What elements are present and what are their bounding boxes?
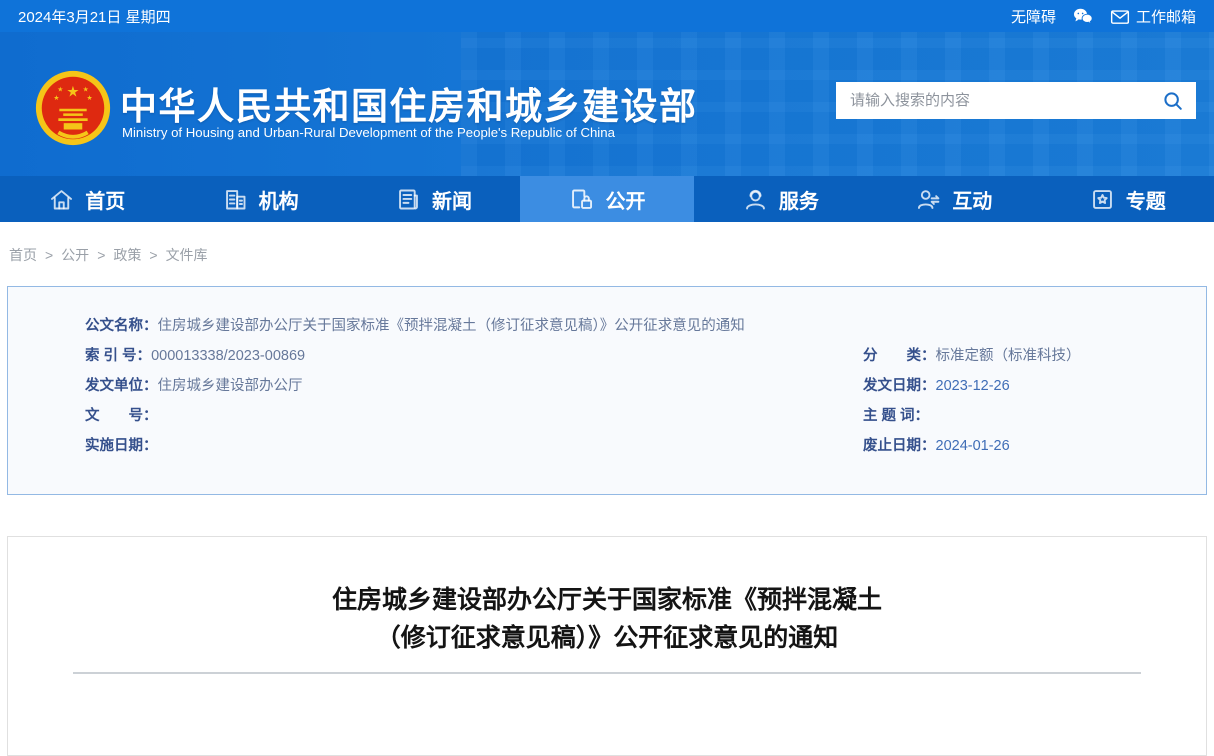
breadcrumb: 首页 > 公开 > 政策 > 文件库: [9, 245, 1214, 265]
search-input[interactable]: [850, 92, 1162, 109]
meta-row-document-name: 公文名称：住房城乡建设部办公厅关于国家标准《预拌混凝土（修订征求意见稿）》公开征…: [85, 311, 1206, 341]
current-date: 2024年3月21日 星期四: [18, 8, 171, 26]
work-mailbox-link[interactable]: 工作邮箱: [1110, 6, 1196, 27]
meta-value-issue-date: 2023-12-26: [935, 378, 1010, 394]
nav-item-topics[interactable]: 专题: [1041, 176, 1214, 222]
article-divider: [73, 672, 1141, 674]
home-icon: [51, 189, 73, 209]
accessibility-label: 无障碍: [1010, 8, 1056, 26]
nav-item-service[interactable]: 服务: [694, 176, 867, 222]
article-title-line2: （修订征求意见稿）》公开征求意见的通知: [375, 624, 839, 652]
breadcrumb-policy[interactable]: 政策: [113, 247, 141, 263]
nav-item-news[interactable]: 新闻: [347, 176, 520, 222]
nav-label: 公开: [605, 190, 646, 213]
site-title-english: Ministry of Housing and Urban-Rural Deve…: [122, 125, 615, 140]
meta-row-issuing-unit: 发文单位：住房城乡建设部办公厅: [85, 371, 863, 401]
meta-label-index-number: 索 引 号：: [85, 348, 152, 364]
wechat-icon: [1073, 8, 1093, 25]
nav-item-home[interactable]: 首页: [0, 176, 173, 222]
breadcrumb-separator: >: [97, 247, 106, 263]
nav-label: 机构: [258, 190, 299, 213]
breadcrumb-separator: >: [45, 247, 54, 263]
wechat-link[interactable]: [1072, 7, 1094, 25]
nav-label: 新闻: [432, 190, 473, 213]
article-title-line1: 住房城乡建设部办公厅关于国家标准《预拌混凝土: [331, 586, 882, 614]
meta-label-implementation-date: 实施日期：: [85, 438, 158, 454]
accessibility-link[interactable]: 无障碍: [1011, 6, 1056, 27]
meta-label-document-number: 文 号：: [85, 408, 158, 424]
organization-icon: [225, 189, 246, 209]
meta-label-issuing-unit: 发文单位：: [85, 378, 158, 394]
nav-item-organization[interactable]: 机构: [173, 176, 346, 222]
meta-value-category: 标准定额（标准科技）: [935, 348, 1081, 364]
nav-label: 互动: [952, 190, 993, 213]
nav-item-disclosure[interactable]: 公开: [520, 176, 694, 222]
meta-row-issue-date: 发文日期：2023-12-26: [863, 371, 1206, 401]
nav-item-interaction[interactable]: 互动: [867, 176, 1040, 222]
site-header: ★ ★ ★ ★ ★ www.mohurd.gov.cn 中华人民共和国住房和城乡…: [0, 32, 1214, 176]
nav-label: 服务: [778, 190, 819, 213]
topics-icon: [1092, 189, 1112, 209]
svg-text:★: ★: [66, 84, 79, 100]
article-title: 住房城乡建设部办公厅关于国家标准《预拌混凝土 （修订征求意见稿）》公开征求意见的…: [8, 581, 1206, 657]
document-meta-card: 公文名称：住房城乡建设部办公厅关于国家标准《预拌混凝土（修订征求意见稿）》公开征…: [7, 286, 1207, 495]
breadcrumb-disclosure[interactable]: 公开: [61, 247, 89, 263]
breadcrumb-document-library[interactable]: 文件库: [166, 247, 208, 263]
national-emblem-logo[interactable]: ★ ★ ★ ★ ★: [33, 68, 113, 150]
article-card: 住房城乡建设部办公厅关于国家标准《预拌混凝土 （修订征求意见稿）》公开征求意见的…: [7, 536, 1207, 756]
interaction-icon: [918, 189, 940, 209]
meta-row-implementation-date: 实施日期：: [85, 431, 863, 461]
main-nav: 首页 机构 新闻 公开 服务 互动 专题: [0, 176, 1214, 222]
envelope-icon: [1110, 9, 1130, 24]
topbar-links: 无障碍 工作邮箱: [1011, 6, 1196, 27]
svg-text:★: ★: [57, 86, 63, 93]
meta-value-abolition-date: 2024-01-26: [935, 438, 1010, 454]
meta-value-issuing-unit: 住房城乡建设部办公厅: [157, 378, 303, 394]
meta-row-category: 分 类：标准定额（标准科技）: [863, 341, 1206, 371]
svg-text:★: ★: [83, 86, 89, 93]
meta-value-index-number: 000013338/2023-00869: [151, 348, 306, 364]
news-icon: [399, 189, 418, 209]
meta-grid: 索 引 号：000013338/2023-00869 发文单位：住房城乡建设部办…: [85, 341, 1206, 461]
search-button[interactable]: [1162, 90, 1184, 112]
meta-row-keywords: 主 题 词：: [863, 401, 1206, 431]
meta-row-document-number: 文 号：: [85, 401, 863, 431]
meta-label-keywords: 主 题 词：: [863, 408, 930, 424]
search-box: [836, 82, 1196, 119]
service-icon: [745, 189, 765, 209]
meta-row-abolition-date: 废止日期：2024-01-26: [863, 431, 1206, 461]
svg-text:★: ★: [87, 95, 93, 102]
meta-row-index-number: 索 引 号：000013338/2023-00869: [85, 341, 863, 371]
meta-label-category: 分 类：: [863, 348, 936, 364]
topbar: 2024年3月21日 星期四 无障碍 工作邮箱: [0, 0, 1214, 32]
site-title: 中华人民共和国住房和城乡建设部: [120, 86, 698, 127]
meta-label-abolition-date: 废止日期：: [863, 438, 936, 454]
disclosure-icon: [572, 189, 593, 209]
breadcrumb-home[interactable]: 首页: [9, 247, 37, 263]
work-mailbox-label: 工作邮箱: [1135, 8, 1196, 26]
meta-label-document-name: 公文名称：: [85, 318, 158, 334]
search-icon: [1164, 91, 1182, 110]
meta-value-document-name: 住房城乡建设部办公厅关于国家标准《预拌混凝土（修订征求意见稿）》公开征求意见的通…: [157, 318, 745, 334]
breadcrumb-separator: >: [149, 247, 158, 263]
svg-text:★: ★: [53, 95, 59, 102]
nav-label: 首页: [85, 190, 126, 213]
nav-label: 专题: [1125, 190, 1166, 213]
meta-label-issue-date: 发文日期：: [863, 378, 936, 394]
